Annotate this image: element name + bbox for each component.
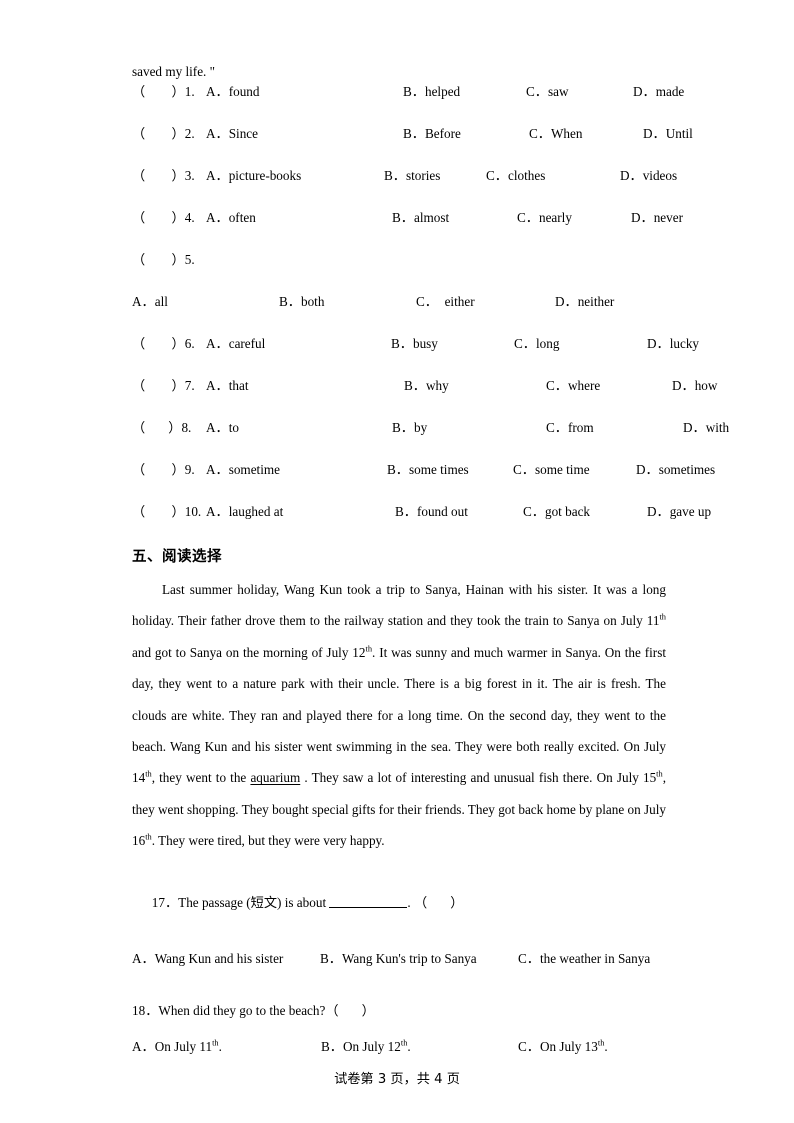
answer-bracket[interactable]: （ ）1. <box>132 82 195 102</box>
cloze-question-row: （ ）2. A．Since B．Before C．When D．Until <box>132 124 693 166</box>
cloze-question-row: （ ）6. A．careful B．busy C．long D．lucky <box>132 334 699 376</box>
cloze-option[interactable]: B．helped <box>403 82 460 102</box>
cloze-option[interactable]: B．stories <box>384 166 440 186</box>
reading-option-tail: . <box>407 1038 411 1054</box>
answer-bracket[interactable]: （ ）7. <box>132 376 195 396</box>
passage-part-5: . They saw a lot of interesting and unus… <box>300 770 657 786</box>
cloze-option[interactable]: D．never <box>631 208 683 228</box>
cloze-question-row: （ ）8. A．to B．by C．from D．with <box>132 418 729 460</box>
reading-question-17-stem: 17．The passage (短文) is about . （ ） <box>132 857 666 933</box>
cloze-option[interactable]: C．saw <box>526 82 569 102</box>
cloze-option[interactable]: C．clothes <box>486 166 545 186</box>
cloze-option[interactable]: D．videos <box>620 166 677 186</box>
cloze-option[interactable]: D．neither <box>555 292 614 312</box>
cloze-option[interactable]: A．found <box>206 82 259 102</box>
cloze-option[interactable]: C．where <box>546 376 600 396</box>
page-footer: 试卷第 3 页，共 4 页 <box>334 1072 460 1087</box>
cloze-question-row: （ ）5. <box>132 250 666 292</box>
question-17-suffix: . （ ） <box>407 894 464 910</box>
document-page: saved my life. " （ ）1. A．found B．helped C．s… <box>0 0 794 1123</box>
reading-option-text: C．On July 13 <box>518 1038 598 1054</box>
cloze-option[interactable]: D．how <box>672 376 717 396</box>
cloze-option[interactable]: A．careful <box>206 334 265 354</box>
cloze-option[interactable]: A．often <box>206 208 256 228</box>
reading-question-17-options: A．Wang Kun and his sister B．Wang Kun's tr… <box>132 933 666 985</box>
cloze-option[interactable]: C． either <box>416 292 475 312</box>
reading-option-tail: . <box>218 1038 222 1054</box>
answer-bracket[interactable]: （ ）8. <box>132 418 191 438</box>
cloze-question-list-1: （ ）1. A．found B．helped C．saw D．made （ ）2. A．Si… <box>132 82 693 292</box>
continued-sentence-line: saved my life. " <box>132 64 216 79</box>
cloze-question-row: （ ）7. A．that B．why C．where D．how <box>132 376 717 418</box>
cloze-option[interactable]: B．Before <box>403 124 461 144</box>
cloze-question-row: （ ）3. A．picture-books B．stories C．clothes D．… <box>132 166 677 208</box>
passage-part-3: . It was sunny and much warmer in Sanya.… <box>132 644 666 786</box>
cloze-question-row: （ ）9. A．sometime B．some times C．some time D．… <box>132 460 715 502</box>
answer-bracket[interactable]: （ ）2. <box>132 124 195 144</box>
passage-part-4: , they went to the <box>151 770 251 786</box>
reading-option[interactable]: C．On July 13th. <box>518 1037 608 1057</box>
question-17-prefix: 17．The passage (短文) is about <box>151 894 330 910</box>
reading-option[interactable]: A．On July 11th. <box>132 1037 222 1057</box>
cloze-option[interactable]: A．all <box>132 292 168 312</box>
cloze-option[interactable]: B．why <box>404 376 449 396</box>
cloze-option[interactable]: A．Since <box>206 124 258 144</box>
cloze-option[interactable]: B．both <box>279 292 324 312</box>
section-heading-reading: 五、阅读选择 <box>132 549 222 565</box>
reading-question-18-stem: 18．When did they go to the beach?（ ） <box>132 1002 375 1018</box>
cloze-option[interactable]: B．some times <box>387 460 469 480</box>
cloze-option[interactable]: B．busy <box>391 334 438 354</box>
cloze-option[interactable]: B．almost <box>392 208 449 228</box>
answer-bracket[interactable]: （ ）5. <box>132 250 195 270</box>
cloze-option[interactable]: D．lucky <box>647 334 699 354</box>
answer-bracket[interactable]: （ ）3. <box>132 166 195 186</box>
cloze-option[interactable]: C．got back <box>523 502 590 522</box>
cloze-question-list-2: （ ）6. A．careful B．busy C．long D．lucky （ ）7. A．… <box>132 334 729 544</box>
cloze-option[interactable]: D．gave up <box>647 502 711 522</box>
reading-option[interactable]: B．On July 12th. <box>321 1037 411 1057</box>
cloze-option[interactable]: C．long <box>514 334 559 354</box>
page-content: saved my life. " （ ）1. A．found B．helped C．s… <box>132 62 729 1073</box>
reading-option-text: B．On July 12 <box>321 1038 401 1054</box>
cloze-option[interactable]: D．made <box>633 82 684 102</box>
ordinal-suffix-july-11: th <box>659 613 666 623</box>
cloze-option[interactable]: D．sometimes <box>636 460 715 480</box>
cloze-option[interactable]: C．from <box>546 418 594 438</box>
cloze-option[interactable]: A．laughed at <box>206 502 283 522</box>
reading-option[interactable]: B．Wang Kun's trip to Sanya <box>320 949 477 969</box>
cloze-option[interactable]: C．some time <box>513 460 590 480</box>
answer-bracket[interactable]: （ ）4. <box>132 208 195 228</box>
answer-bracket[interactable]: （ ）9. <box>132 460 195 480</box>
cloze-option[interactable]: D．Until <box>643 124 693 144</box>
reading-option-text: A．On July 11 <box>132 1038 213 1054</box>
reading-option-tail: . <box>604 1038 608 1054</box>
answer-blank-17[interactable] <box>329 894 408 908</box>
cloze-option[interactable]: A．sometime <box>206 460 280 480</box>
reading-option[interactable]: C．the weather in Sanya <box>518 949 650 969</box>
cloze-question-5-options: A．all B．both C． either D．neither <box>132 292 666 334</box>
cloze-question-row: （ ）1. A．found B．helped C．saw D．made <box>132 82 684 124</box>
passage-part-2: and got to Sanya on the morning of July … <box>132 644 366 660</box>
cloze-option[interactable]: A．to <box>206 418 239 438</box>
cloze-option[interactable]: B．by <box>392 418 427 438</box>
answer-bracket[interactable]: （ ）10. <box>132 502 201 522</box>
answer-bracket[interactable]: （ ）6. <box>132 334 195 354</box>
cloze-question-row: （ ）10. A．laughed at B．found out C．got back D… <box>132 502 711 544</box>
cloze-option[interactable]: A．picture-books <box>206 166 301 186</box>
cloze-option[interactable]: C．nearly <box>517 208 572 228</box>
reading-option[interactable]: A．Wang Kun and his sister <box>132 949 283 969</box>
cloze-option[interactable]: D．with <box>683 418 729 438</box>
cloze-option[interactable]: A．that <box>206 376 249 396</box>
cloze-option[interactable]: C．When <box>529 124 582 144</box>
passage-part-1: Last summer holiday, Wang Kun took a tri… <box>132 582 666 629</box>
cloze-question-row: （ ）4. A．often B．almost C．nearly D．never <box>132 208 683 250</box>
reading-question-18-options: A．On July 11th. B．On July 12th. C．On July … <box>132 1021 666 1073</box>
cloze-option[interactable]: B．found out <box>395 502 468 522</box>
reading-passage: Last summer holiday, Wang Kun took a tri… <box>132 568 666 857</box>
underlined-vocabulary-term: aquarium <box>250 770 301 786</box>
passage-part-7: . They were tired, but they were very ha… <box>151 833 385 849</box>
